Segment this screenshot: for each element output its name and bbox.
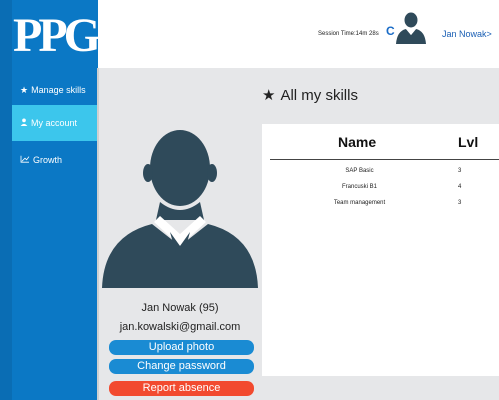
section-title: ★ All my skills	[262, 86, 358, 104]
user-icon	[20, 118, 28, 128]
skills-table: Name Lvl SAP Basic 3 Francuski B1 4 Team…	[262, 124, 499, 376]
sidebar-item-manage-skills[interactable]: ★ Manage skills	[12, 72, 98, 108]
header-divider	[270, 159, 499, 160]
session-time: Session Time:14m 28s	[318, 31, 379, 37]
skill-name: Francuski B1	[341, 184, 377, 190]
column-header-lvl: Lvl	[458, 134, 479, 150]
profile-avatar	[102, 130, 258, 288]
section-title-text: All my skills	[280, 87, 358, 104]
skill-name: SAP Basic	[345, 168, 374, 174]
ppg-logo: PPG	[13, 9, 101, 62]
table-row: Team management 3	[262, 200, 499, 212]
upload-photo-button[interactable]: Upload photo	[109, 340, 254, 355]
chart-icon	[20, 155, 30, 165]
header-bar: Session Time:14m 28s C Jan Nowak>	[98, 0, 499, 68]
change-password-button[interactable]: Change password	[109, 359, 254, 374]
sidebar: PPG ★ Manage skills My account Growth	[0, 0, 101, 400]
star-icon: ★	[20, 84, 29, 95]
sidebar-item-label: Growth	[33, 155, 63, 165]
skill-level: 3	[458, 168, 462, 174]
sidebar-edge	[0, 0, 12, 400]
skill-level: 4	[458, 184, 462, 190]
table-row: SAP Basic 3	[262, 168, 499, 180]
table-row: Francuski B1 4	[262, 184, 499, 196]
sidebar-item-label: Manage skills	[31, 85, 86, 95]
profile-email: jan.kowalski@gmail.com	[119, 321, 241, 333]
sidebar-item-growth[interactable]: Growth	[12, 142, 98, 178]
report-absence-button[interactable]: Report absence	[109, 381, 254, 396]
header-avatar-icon[interactable]	[394, 10, 428, 44]
user-profile-link[interactable]: Jan Nowak>	[442, 29, 492, 39]
star-icon: ★	[262, 87, 276, 104]
skill-name: Team management	[333, 200, 386, 206]
sidebar-item-my-account[interactable]: My account	[12, 105, 98, 141]
content-divider	[97, 68, 99, 400]
profile-name: Jan Nowak (95)	[141, 302, 219, 314]
skill-level: 3	[458, 200, 462, 206]
sidebar-item-label: My account	[31, 118, 78, 128]
column-header-name: Name	[338, 134, 377, 150]
